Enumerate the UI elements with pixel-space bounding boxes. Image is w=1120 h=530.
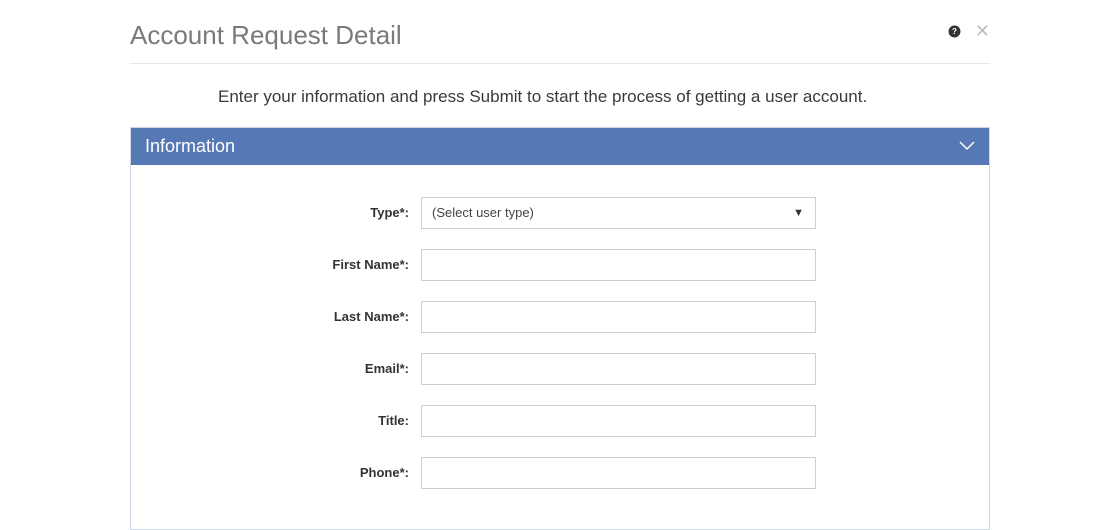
close-icon[interactable]: ✕ [975,22,990,40]
information-panel-header[interactable]: Information [131,128,989,165]
help-icon[interactable]: ? [948,25,961,38]
phone-label: Phone*: [171,465,421,480]
last-name-label: Last Name*: [171,309,421,324]
title-input[interactable] [421,405,816,437]
svg-text:?: ? [952,27,957,36]
information-panel: Information Type*: (Select user type) ▼ [130,127,990,530]
first-name-label: First Name*: [171,257,421,272]
panel-title: Information [145,136,235,157]
email-input[interactable] [421,353,816,385]
page-title: Account Request Detail [130,20,402,51]
type-label: Type*: [171,205,421,220]
first-name-input[interactable] [421,249,816,281]
title-label: Title: [171,413,421,428]
type-select[interactable]: (Select user type) [421,197,816,229]
last-name-input[interactable] [421,301,816,333]
phone-input[interactable] [421,457,816,489]
instruction-text: Enter your information and press Submit … [218,86,878,109]
chevron-down-icon [959,138,975,154]
email-label: Email*: [171,361,421,376]
